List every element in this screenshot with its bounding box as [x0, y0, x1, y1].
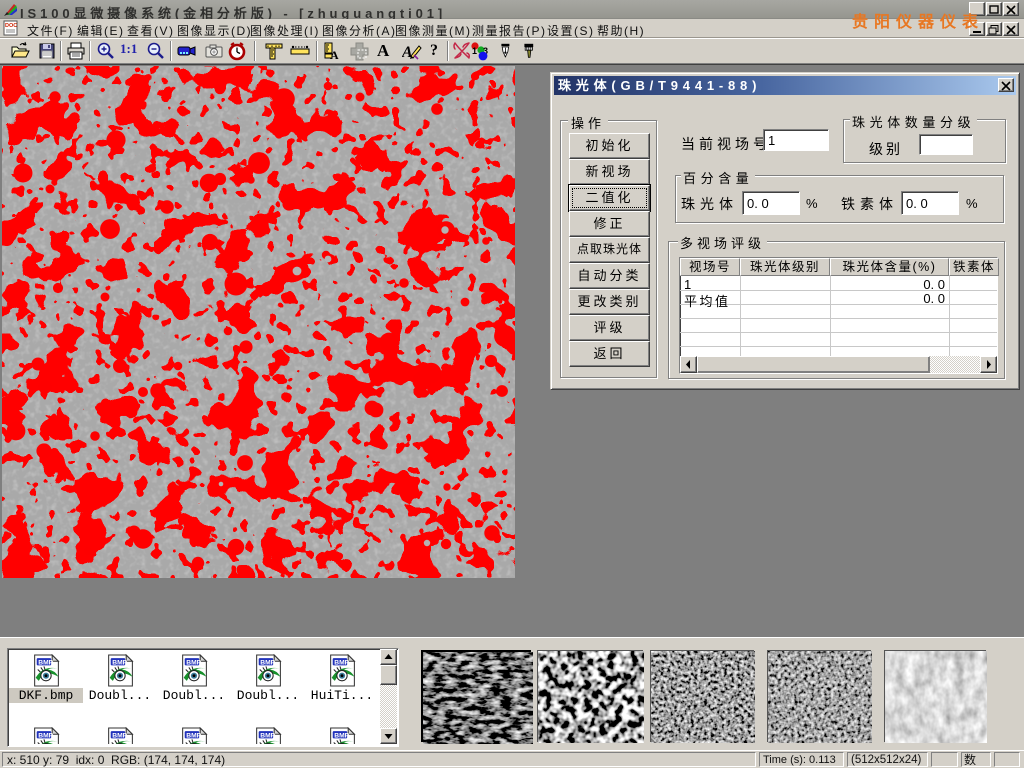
svg-text:DOC: DOC: [5, 23, 17, 29]
svg-text:BMP: BMP: [38, 732, 53, 739]
svg-text:BMP: BMP: [334, 659, 349, 666]
svg-text:BMP: BMP: [186, 732, 201, 739]
svg-text:BMP: BMP: [38, 659, 53, 666]
svg-text:BMP: BMP: [186, 659, 201, 666]
svg-text:1: 1: [472, 46, 477, 56]
svg-text:BMP: BMP: [260, 659, 275, 666]
svg-text:BMP: BMP: [334, 732, 349, 739]
svg-text:BMP: BMP: [112, 659, 127, 666]
svg-text:BMP: BMP: [260, 732, 275, 739]
svg-text:BMP: BMP: [112, 732, 127, 739]
